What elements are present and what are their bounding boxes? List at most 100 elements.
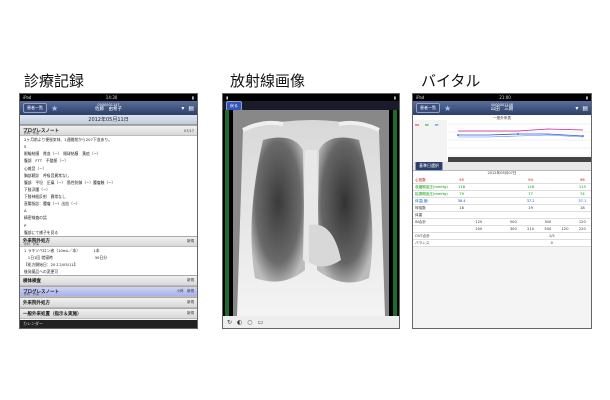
patient-name: 佐藤 由希子 xyxy=(95,107,122,113)
note-line: 腹部 FTT 不整脈（−） xyxy=(20,157,197,165)
vital-cell: 95 xyxy=(459,178,464,182)
vital-cell: 18 xyxy=(580,206,585,210)
vital-row[interactable]: 収縮期血圧(mmHg) 118 116 115 xyxy=(413,184,591,191)
note-line: 下肢神経反射 異常なし xyxy=(20,193,197,201)
rotate-icon[interactable]: ↻ xyxy=(227,319,232,326)
patient-header: 0000001147 佐藤 由希子 xyxy=(95,103,122,113)
menu-icon[interactable]: ▾ xyxy=(575,105,578,112)
vital-row[interactable]: 体重 xyxy=(413,212,591,219)
caption-xray: 放射線画像 xyxy=(230,72,306,90)
svg-text:HR: HR xyxy=(415,123,419,127)
vital-row-label: 体重 xyxy=(415,212,423,217)
rx-line: 1 ラキソベロン液（10mL／本） 1本 xyxy=(20,246,197,254)
vital-row-label: 呼吸数 xyxy=(415,205,426,210)
vital-row-label: IN合計 xyxy=(415,219,426,224)
outpatient-rx-2-header[interactable]: 外来院外処方 新規 xyxy=(20,297,197,309)
general-procedure-header[interactable]: 一般外来処置（指示＆実施） 新規 xyxy=(20,308,197,320)
vital-row-label: 拡張期血圧(mmHg) xyxy=(415,191,448,196)
base-date-tab[interactable]: 基準日選択 xyxy=(415,160,443,171)
xray-toolbar-bottom: ↻ ◐ ○ ▭ xyxy=(223,316,399,328)
vital-row[interactable]: 呼吸数 18 19 18 xyxy=(413,205,591,212)
note-line: 下肢浮腫（−） xyxy=(20,185,197,193)
svg-text:BT: BT xyxy=(435,123,439,127)
vital-row[interactable]: OUT合計 1/5 xyxy=(413,233,591,240)
vital-cell: 37.1 xyxy=(578,199,587,203)
vital-cell: 120 xyxy=(475,220,483,224)
vital-row[interactable]: 体温(度) 36.4 37.2 37.1 xyxy=(413,198,591,205)
note-line: A xyxy=(20,207,197,215)
rx-line: 【処方開始日：20１2/05/11】 xyxy=(20,261,197,269)
chest-xray-image[interactable] xyxy=(223,110,399,316)
vital-cell: 220 xyxy=(578,227,586,231)
vital-cell: 210 xyxy=(527,227,534,231)
vital-cell: 116 xyxy=(527,185,534,189)
outpatient-rx-header[interactable]: 外来院外処方 新規 外科 外来 xyxy=(20,235,197,247)
note-line: 腹部にて様子を見る xyxy=(20,228,197,236)
progress-note-2-header[interactable]: プログレスノート 小林 新規 外科 外来 xyxy=(20,286,197,298)
rx-body: 1 ラキソベロン液（10mL／本） 1本 1日1回 就寝時 30日分 【処方開始日… xyxy=(20,246,197,276)
document-icon[interactable]: ▤ xyxy=(188,105,194,112)
note-line: 胸部聴診 呼吸音異常なし xyxy=(20,171,197,179)
vital-row-label: 収縮期血圧(mmHg) xyxy=(415,184,448,189)
vital-row-label: 心拍数 xyxy=(415,177,426,182)
vital-chart: 一般外来表 HR BP BT xyxy=(413,115,591,162)
vital-row-label: OUT合計 xyxy=(415,233,430,238)
records-screenshot: iPad 14:30 ▮ 患者一覧 ★ 0000001147 佐藤 由希子 ▾ … xyxy=(19,93,198,329)
vital-cell: 77 xyxy=(528,192,533,196)
vital-cell: 118 xyxy=(458,185,465,189)
chest-xray-drawing xyxy=(223,110,399,316)
xray-toolbar: 戻る xyxy=(223,100,399,111)
status-bar: iPad 21:00 ▮ xyxy=(413,94,591,101)
vital-cell: 300 xyxy=(544,220,552,224)
circle-icon[interactable]: ○ xyxy=(247,319,252,326)
patient-list-button[interactable]: 患者一覧 xyxy=(23,103,47,113)
vital-row[interactable]: バランス 0 xyxy=(413,240,591,247)
specimen-header[interactable]: 検体検査 新規 xyxy=(20,275,197,287)
note-line: 眼瞼結膜 貧血（−） 眼球結膜 黄疸（−） xyxy=(20,150,197,158)
vital-cell: 0 xyxy=(550,241,553,245)
note-line: 心雑音（−） xyxy=(20,164,197,172)
vital-cell: 300 xyxy=(509,227,517,231)
vital-screenshot: iPad 21:00 ▮ 患者一覧 ★ 0000001148 山田 三朗 ▾ ▤… xyxy=(412,93,592,329)
vital-cell: 120 xyxy=(561,227,569,231)
vital-cell: 200 xyxy=(475,227,483,231)
star-icon[interactable]: ★ xyxy=(51,104,58,113)
back-button[interactable]: 戻る xyxy=(226,100,242,111)
vital-cell: 79 xyxy=(459,192,464,196)
progress-note-header[interactable]: プログレスノート 07/17 外科 外来 xyxy=(20,125,197,136)
calendar-tab[interactable]: カレンダー xyxy=(20,320,197,328)
vital-cell: 96 xyxy=(580,178,585,182)
vital-cell: 120 xyxy=(578,220,586,224)
star-icon[interactable]: ★ xyxy=(444,104,451,113)
nav-bar: 患者一覧 ★ 0000001147 佐藤 由希子 ▾ ▤ xyxy=(20,101,197,115)
vital-cell: 19 xyxy=(528,206,533,210)
note-line: S xyxy=(20,143,197,151)
note-line: 精密検査の話 xyxy=(20,214,197,222)
note-line: 2ヶ月前より便秘気味、1週間前から207下血あり。 xyxy=(20,136,197,144)
caption-vital: バイタル xyxy=(421,72,481,90)
menu-icon[interactable]: ▾ xyxy=(181,105,184,112)
vital-row[interactable]: IN合計 120 500 300 120 xyxy=(413,219,591,226)
note-line: 直腸指診：腫瘤（−）出血（−） xyxy=(20,200,197,208)
vital-cell: 1/5 xyxy=(548,234,555,238)
vital-cell: 74 xyxy=(580,192,585,196)
vital-row-label: 体温(度) xyxy=(415,198,429,203)
vital-cell: 36.4 xyxy=(457,199,466,203)
progress-note-body: 2ヶ月前より便秘気味、1週間前から207下血あり。 S 眼瞼結膜 貧血（−） 眼球結… xyxy=(20,136,197,236)
note-line: P xyxy=(20,221,197,229)
nav-bar: 患者一覧 ★ 0000001148 山田 三朗 ▾ ▤ xyxy=(413,101,591,115)
ruler-icon[interactable]: ▭ xyxy=(258,319,264,326)
xray-screenshot: ▮ ▮ 戻る ↻ ◐ ○ ▭ xyxy=(222,93,400,329)
bp-line xyxy=(458,128,584,132)
vital-row[interactable]: 心拍数 95 94 96 xyxy=(413,177,591,184)
status-bar: ▮ ▮ xyxy=(223,94,399,101)
vital-row[interactable]: 拡張期血圧(mmHg) 79 77 74 xyxy=(413,191,591,198)
vital-cell: 115 xyxy=(578,185,586,189)
vital-row[interactable]: 200 300 210 500 120 220 xyxy=(413,226,591,233)
vital-table: 心拍数 95 94 96 収縮期血圧(mmHg) 118 116 115 拡張期血圧(mmHg)… xyxy=(413,177,591,247)
vital-cell: 37.2 xyxy=(526,199,535,203)
document-icon[interactable]: ▤ xyxy=(582,105,588,112)
patient-list-button[interactable]: 患者一覧 xyxy=(416,103,440,113)
vital-cell: 500 xyxy=(544,227,552,231)
contrast-icon[interactable]: ◐ xyxy=(237,319,242,326)
